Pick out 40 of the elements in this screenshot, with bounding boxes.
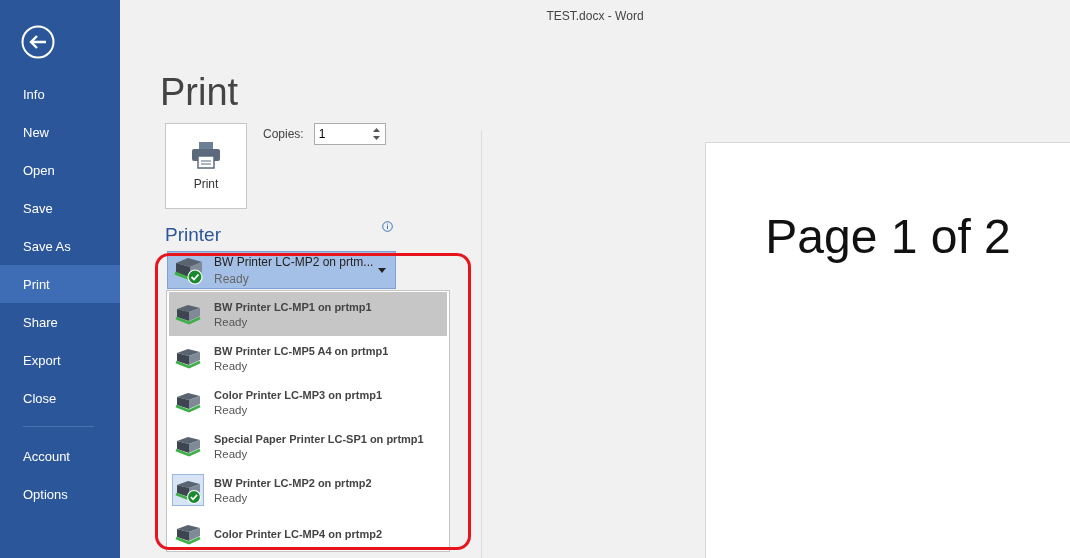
sidebar-item[interactable]: Close bbox=[0, 379, 120, 417]
sidebar-item[interactable]: Export bbox=[0, 341, 120, 379]
printer-status: Ready bbox=[214, 315, 249, 328]
printer-status: Ready bbox=[214, 447, 249, 460]
printer-name: Color Printer LC-MP4 on prtmp2 bbox=[214, 528, 383, 540]
sidebar-item[interactable]: Print bbox=[0, 265, 120, 303]
back-button[interactable] bbox=[21, 25, 55, 59]
printer-option[interactable]: BW Printer LC-MP2 on prtmp2 Ready bbox=[169, 468, 447, 512]
printer-option[interactable]: BW Printer LC-MP5 A4 on prtmp1 Ready bbox=[169, 336, 447, 380]
printer-name: Special Paper Printer LC-SP1 on prtmp1 bbox=[214, 432, 424, 445]
print-button[interactable]: Print bbox=[165, 123, 247, 209]
sidebar-item[interactable]: Save As bbox=[0, 227, 120, 265]
sidebar-item[interactable]: New bbox=[0, 113, 120, 151]
printer-status: Ready bbox=[214, 403, 249, 416]
sidebar-item[interactable]: Options bbox=[0, 475, 120, 513]
spinner-arrows-icon bbox=[371, 126, 381, 142]
copies-field[interactable]: 1 bbox=[313, 123, 386, 145]
printer-status: Ready bbox=[214, 491, 249, 504]
sidebar-item[interactable]: Save bbox=[0, 189, 120, 227]
sidebar-item[interactable]: Open bbox=[0, 151, 120, 189]
printer-name: Color Printer LC-MP3 on prtmp1 bbox=[214, 388, 383, 401]
printer-option[interactable]: Color Printer LC-MP3 on prtmp1 Ready bbox=[169, 380, 447, 424]
info-icon[interactable] bbox=[382, 221, 393, 232]
page-text: Page 1 of 2 bbox=[765, 209, 1011, 264]
printer-status: Ready bbox=[214, 359, 249, 372]
printer-icon bbox=[191, 141, 221, 169]
copies-label: Copies: bbox=[263, 127, 304, 141]
printer-name: BW Printer LC-MP5 A4 on prtmp1 bbox=[214, 344, 389, 357]
window-title: TEST.docx - Word bbox=[546, 9, 644, 23]
sidebar-item[interactable]: Info bbox=[0, 75, 120, 113]
sidebar-item[interactable]: Account bbox=[0, 437, 120, 475]
printer-name: BW Printer LC-MP1 on prtmp1 bbox=[214, 300, 372, 313]
dropdown-caret-icon bbox=[378, 267, 386, 273]
printer-option[interactable]: Special Paper Printer LC-SP1 on prtmp1 Ready bbox=[169, 424, 447, 468]
printer-option[interactable]: Color Printer LC-MP4 on prtmp2 bbox=[169, 512, 447, 551]
printer-name: BW Printer LC-MP2 on prtmp2 bbox=[214, 476, 372, 489]
section-heading: Printer bbox=[165, 223, 221, 247]
sidebar-item[interactable]: Share bbox=[0, 303, 120, 341]
printer-option[interactable]: BW Printer LC-MP1 on prtmp1 Ready bbox=[169, 292, 447, 336]
page-heading: Print bbox=[160, 70, 239, 115]
